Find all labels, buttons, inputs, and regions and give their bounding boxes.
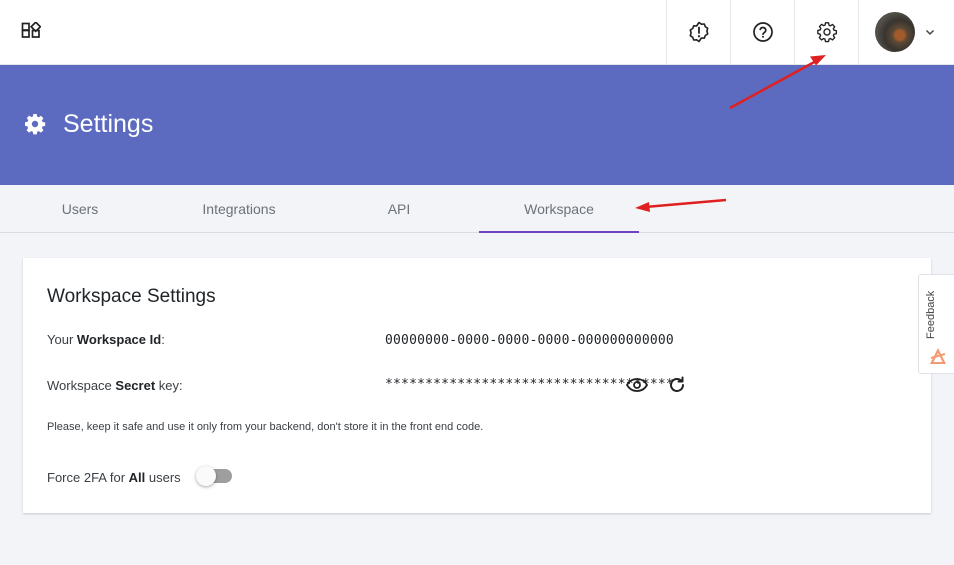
eye-icon (626, 378, 648, 392)
apps-button[interactable] (14, 16, 48, 48)
settings-tabs: Users Integrations API Workspace (0, 185, 954, 233)
workspace-settings-card: Workspace Settings Your Workspace Id: 00… (23, 258, 931, 513)
help-button[interactable] (730, 0, 794, 64)
settings-button[interactable] (794, 0, 858, 64)
tab-users[interactable]: Users (0, 185, 160, 233)
secret-hint-text: Please, keep it safe and use it only fro… (47, 421, 484, 433)
regenerate-secret-button[interactable] (666, 374, 688, 396)
alerts-button[interactable] (666, 0, 730, 64)
label-text: key: (155, 378, 183, 393)
label-text: users (145, 470, 181, 485)
secret-key-label: Workspace Secret key: (47, 378, 183, 393)
gear-icon (816, 22, 837, 43)
feedback-tab[interactable]: Feedback (918, 274, 954, 374)
alert-badge-icon (689, 21, 708, 43)
label-text: : (161, 332, 165, 347)
workspace-id-label: Your Workspace Id: (47, 332, 165, 347)
top-bar (0, 0, 954, 65)
chevron-down-icon (925, 27, 935, 37)
force-2fa-toggle[interactable] (196, 466, 232, 486)
top-actions (666, 0, 954, 64)
label-text: Your (47, 332, 77, 347)
refresh-icon (670, 376, 684, 392)
tab-integrations[interactable]: Integrations (159, 185, 319, 233)
page-header: Settings (0, 65, 954, 185)
label-bold: Secret (115, 378, 156, 393)
label-bold: All (128, 470, 146, 485)
workspace-id-value: 00000000-0000-0000-0000-000000000000 (385, 333, 674, 348)
feedback-logo-icon (930, 348, 946, 364)
page-title: Settings (63, 110, 154, 138)
user-menu[interactable] (858, 0, 954, 64)
tab-api[interactable]: API (319, 185, 479, 233)
gear-icon (25, 114, 46, 135)
tab-workspace[interactable]: Workspace (479, 185, 639, 233)
toggle-knob (196, 466, 216, 486)
apps-icon (21, 22, 41, 38)
label-text: Force 2FA for (47, 470, 129, 485)
help-icon (752, 22, 773, 42)
reveal-secret-button[interactable] (626, 374, 648, 396)
force-2fa-label: Force 2FA for All users (47, 470, 181, 485)
label-text: Workspace (47, 378, 116, 393)
label-bold: Workspace Id (76, 332, 162, 347)
avatar[interactable] (875, 12, 915, 52)
card-title: Workspace Settings (47, 286, 216, 307)
feedback-label: Feedback (925, 290, 937, 339)
